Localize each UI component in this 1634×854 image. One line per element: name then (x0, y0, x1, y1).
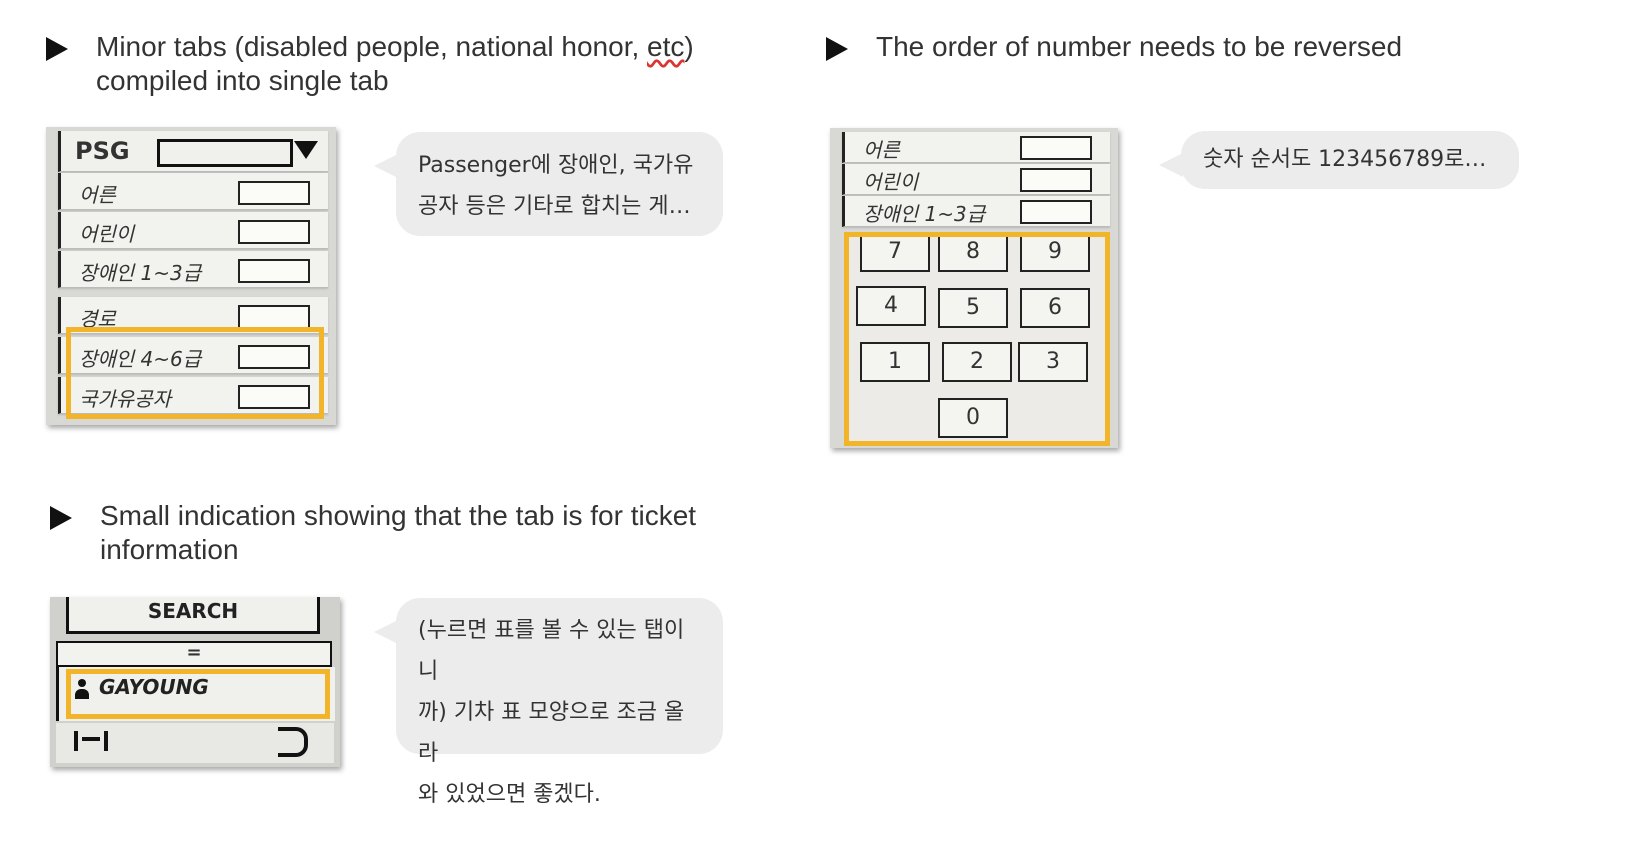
sketch-header-strip: PSG (58, 131, 328, 172)
heading-ticket-indication: Small indication showing that the tab is… (50, 499, 696, 567)
heading-text: Small indication showing that the tab is… (100, 500, 697, 565)
sketch-bottom-bar (56, 723, 334, 763)
spellcheck-word: etc (647, 31, 685, 62)
sketch-row: 어린이 (58, 212, 328, 249)
bullet-triangle-icon (826, 37, 848, 61)
sketch-row: 어른 (58, 173, 328, 210)
bullet-triangle-icon (50, 506, 72, 530)
comment-bubble: (누르면 표를 볼 수 있는 탭이니 까) 기차 표 모양으로 조금 올라 와 … (374, 598, 723, 807)
heading-number-order: The order of number needs to be reversed (826, 30, 1402, 64)
sketch-number-keypad: 어른 어린이 장애인 1~3급 7 8 9 4 5 6 1 2 3 0 (830, 128, 1118, 448)
comment-bubble: Passenger에 장애인, 국가유 공자 등은 기타로 합치는 게… (374, 132, 723, 236)
sketch-header-label: PSG (75, 137, 130, 165)
sketch-dropdown-box (157, 139, 293, 167)
sketch-row: 어른 (842, 132, 1110, 163)
highlight-box (844, 232, 1110, 446)
sketch-ticket-tab: SEARCH = GAYOUNG (50, 597, 340, 767)
heading-text: The order of number needs to be reversed (876, 31, 1403, 62)
sketch-passenger-tabs: PSG 어른 어린이 장애인 1~3급 경로 장애인 4~6급 국가유공자 (46, 127, 336, 425)
comment-bubble: 숫자 순서도 123456789로… (1159, 131, 1519, 189)
sketch-search-button: SEARCH (66, 597, 320, 634)
sketch-row: 장애인 1~3급 (58, 251, 328, 288)
bullet-triangle-icon (46, 37, 68, 61)
back-arrow-icon (278, 727, 308, 757)
heading-text: Minor tabs (disabled people, national ho… (96, 31, 694, 96)
highlight-box (66, 669, 330, 719)
menu-icon (74, 731, 108, 751)
sketch-divider-strip: = (56, 641, 332, 667)
dropdown-arrow-icon (294, 141, 318, 159)
highlight-box (66, 327, 324, 419)
sketch-row: 장애인 1~3급 (842, 196, 1110, 227)
heading-minor-tabs: Minor tabs (disabled people, national ho… (46, 30, 694, 98)
sketch-row: 어린이 (842, 164, 1110, 195)
